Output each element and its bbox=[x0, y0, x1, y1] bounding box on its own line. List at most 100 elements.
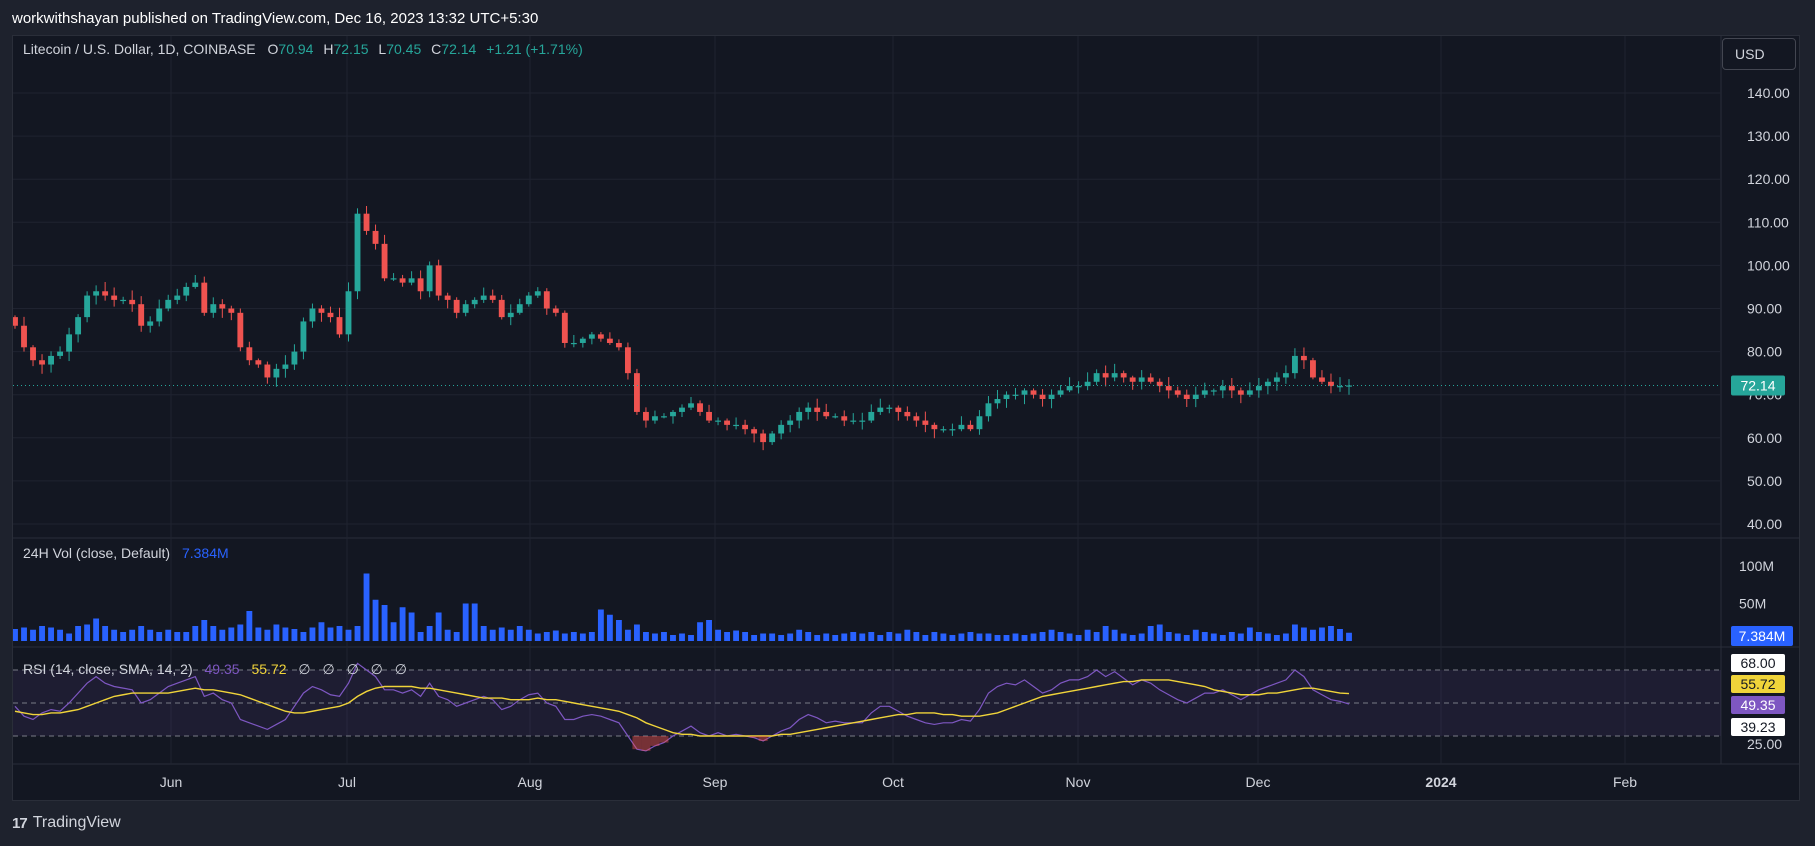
candle-body bbox=[1120, 373, 1127, 378]
candle bbox=[444, 292, 451, 309]
candle bbox=[1057, 385, 1064, 398]
volume-bar bbox=[327, 627, 334, 641]
currency-button[interactable]: USD bbox=[1722, 38, 1796, 70]
candle-body bbox=[1201, 390, 1208, 395]
close-value: 72.14 bbox=[441, 41, 476, 57]
candle bbox=[462, 300, 469, 317]
candle bbox=[336, 307, 343, 338]
volume-bar bbox=[381, 605, 388, 641]
candle-body bbox=[841, 416, 848, 421]
candle bbox=[1066, 377, 1073, 393]
candle bbox=[39, 354, 45, 374]
candle-body bbox=[1021, 390, 1028, 395]
volume-bar bbox=[561, 633, 568, 641]
candle bbox=[1337, 377, 1343, 392]
rsi-sma-last-badge-label: 55.72 bbox=[1740, 676, 1775, 692]
candle bbox=[363, 205, 370, 235]
volume-bar bbox=[1120, 633, 1127, 641]
volume-bar bbox=[498, 627, 505, 641]
candle-body bbox=[886, 407, 893, 409]
candle-body bbox=[462, 304, 469, 313]
volume-bar bbox=[192, 626, 199, 641]
candle-body bbox=[336, 317, 343, 335]
candle bbox=[1282, 365, 1289, 384]
candle bbox=[84, 291, 91, 323]
volume-bar bbox=[363, 573, 370, 641]
volume-bar bbox=[796, 629, 803, 641]
volume-bar bbox=[1183, 635, 1190, 641]
candle-body bbox=[877, 407, 884, 412]
volume-bar bbox=[21, 627, 27, 641]
volume-bar bbox=[516, 626, 523, 641]
candle bbox=[760, 429, 767, 451]
grid-lines bbox=[13, 36, 1799, 765]
candle-body bbox=[255, 360, 262, 365]
candle-body bbox=[769, 433, 776, 443]
candle bbox=[291, 344, 298, 370]
candle-body bbox=[751, 429, 758, 434]
candle bbox=[102, 281, 109, 301]
volume-bar bbox=[354, 626, 361, 641]
candle-body bbox=[201, 282, 208, 313]
candle-body bbox=[165, 299, 172, 309]
candle-body bbox=[372, 230, 379, 244]
candle bbox=[949, 423, 956, 436]
candle bbox=[1346, 379, 1352, 395]
candle-body bbox=[697, 403, 703, 412]
candle bbox=[471, 297, 478, 309]
candle-body bbox=[1319, 377, 1325, 382]
volume-bar bbox=[1066, 633, 1073, 641]
chart-canvas[interactable]: 140.00 130.00 120.00 110.00 100.00 90.00 80.00… bbox=[12, 36, 1799, 800]
volume-bar bbox=[372, 599, 379, 641]
candle-body bbox=[1183, 394, 1190, 400]
candle bbox=[66, 327, 73, 362]
candle bbox=[543, 288, 550, 315]
candle-body bbox=[985, 403, 992, 417]
volume-bar bbox=[282, 627, 289, 641]
candle-body bbox=[228, 308, 235, 313]
candle bbox=[832, 413, 839, 419]
volume-bar bbox=[588, 632, 595, 641]
change-value: +1.21 (+1.71%) bbox=[486, 41, 583, 57]
candle-body bbox=[868, 411, 875, 421]
volume-bar bbox=[1201, 632, 1208, 641]
candle-body bbox=[1003, 394, 1010, 400]
open-label: O bbox=[268, 41, 279, 57]
candle-body bbox=[1282, 373, 1289, 378]
time-tick-label: Oct bbox=[882, 774, 904, 790]
chart-frame[interactable]: 140.00 130.00 120.00 110.00 100.00 90.00 80.00… bbox=[12, 35, 1800, 801]
candle bbox=[453, 297, 460, 319]
candle bbox=[273, 363, 280, 387]
tradingview-logo-icon: 17 bbox=[12, 814, 28, 832]
volume-bar bbox=[1310, 629, 1316, 641]
rsi-tick-label: 25.00 bbox=[1747, 736, 1782, 752]
candle bbox=[661, 413, 667, 419]
volume-bar bbox=[976, 633, 983, 641]
price-tick-label: 140.00 bbox=[1747, 85, 1790, 101]
volume-bar bbox=[489, 629, 496, 641]
volume-bar bbox=[48, 627, 54, 641]
volume-bar bbox=[1138, 633, 1145, 641]
rsi-legend-extra: ∅ bbox=[371, 661, 383, 677]
candle bbox=[850, 413, 857, 425]
candle-body bbox=[597, 334, 604, 339]
rsi-legend-extra: ∅ bbox=[298, 661, 310, 677]
candle-body bbox=[922, 420, 929, 425]
candle bbox=[390, 273, 397, 281]
volume-bar bbox=[129, 629, 136, 641]
volume-bar bbox=[1237, 633, 1244, 641]
candle-body bbox=[21, 325, 27, 348]
volume-bar bbox=[444, 629, 451, 641]
candle-body bbox=[733, 424, 740, 427]
volume-bar bbox=[120, 632, 127, 641]
time-tick-label: Aug bbox=[518, 774, 543, 790]
volume-bar bbox=[1264, 633, 1271, 641]
volume-bar bbox=[543, 632, 550, 641]
candle bbox=[976, 410, 983, 435]
volume-bar bbox=[30, 629, 36, 641]
volume-bar bbox=[841, 633, 848, 641]
footer-logo[interactable]: 17 TradingView bbox=[12, 814, 121, 832]
candle bbox=[93, 285, 100, 305]
candle-body bbox=[778, 424, 785, 434]
volume-bar bbox=[615, 620, 622, 641]
